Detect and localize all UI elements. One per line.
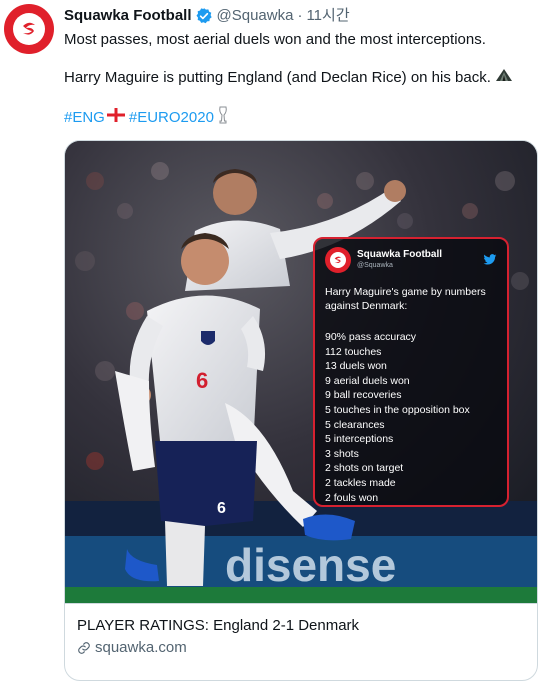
link-title[interactable]: PLAYER RATINGS: England 2-1 Denmark (77, 616, 527, 636)
stat-item: 13 duels won (325, 360, 387, 373)
england-flag-icon (106, 108, 125, 128)
ad-board-text: disense (225, 539, 396, 591)
stat-item: 2 shots on target (325, 462, 404, 475)
handle[interactable]: @Squawka (217, 6, 294, 26)
tweet-text-line1: Most passes, most aerial duels won and t… (64, 31, 486, 48)
hashtag-eng[interactable]: #ENG (64, 108, 105, 128)
avatar[interactable] (4, 4, 54, 54)
link-icon (78, 642, 90, 654)
link-card[interactable]: disense 6 6 Squawka Football @Squawka Ha… (64, 140, 538, 681)
tweet-text-line2: Harry Maguire is putting England (and De… (64, 68, 530, 88)
tweet-header: Squawka Football @Squawka · 11시간 (64, 6, 350, 26)
squawka-logo-icon (13, 13, 45, 45)
stat-item: 90% pass accuracy (325, 331, 417, 343)
shorts-number: 6 (217, 500, 226, 517)
stat-item: 9 ball recoveries (325, 389, 402, 402)
card-image[interactable]: disense 6 6 Squawka Football @Squawka Ha… (65, 141, 537, 603)
timestamp[interactable]: 11시간 (306, 6, 349, 26)
squawka-logo-icon (325, 247, 351, 273)
overlay-intro: Harry Maguire's game by numbers against … (325, 286, 486, 312)
separator-dot: · (297, 7, 303, 24)
link-domain-text: squawka.com (95, 639, 187, 656)
overlay-account-name: Squawka Football (357, 249, 443, 260)
overlay-stats-list: 90% pass accuracy 112 touches 13 duels w… (325, 330, 470, 505)
stat-item: 2 tackles made (325, 476, 396, 489)
stats-overlay: Squawka Football @Squawka Harry Maguire'… (313, 237, 509, 507)
hashtag-euro2020[interactable]: #EURO2020 (129, 108, 214, 128)
stat-item: 3 shots (325, 447, 359, 460)
hashtags: #ENG #EURO2020 (64, 106, 530, 130)
stat-item: 112 touches (325, 345, 382, 358)
stat-item: 5 interceptions (325, 433, 394, 446)
verified-badge-icon (195, 7, 213, 25)
display-name[interactable]: Squawka Football (64, 6, 192, 26)
tweet-text: Most passes, most aerial duels won and t… (64, 30, 530, 130)
stat-item: 5 touches in the opposition box (325, 403, 470, 416)
link-domain[interactable]: squawka.com (77, 638, 527, 658)
twitter-bird-icon (483, 253, 497, 271)
shirt-number: 6 (196, 368, 208, 393)
tent-icon (495, 68, 513, 88)
stat-item: 5 clearances (325, 418, 385, 431)
stat-item: 2 fouls won (325, 491, 379, 504)
trophy-icon (218, 106, 228, 130)
overlay-account-handle: @Squawka (357, 262, 393, 269)
link-card-footer[interactable]: PLAYER RATINGS: England 2-1 Denmark squa… (65, 603, 537, 680)
stat-item: 9 aerial duels won (325, 374, 410, 387)
